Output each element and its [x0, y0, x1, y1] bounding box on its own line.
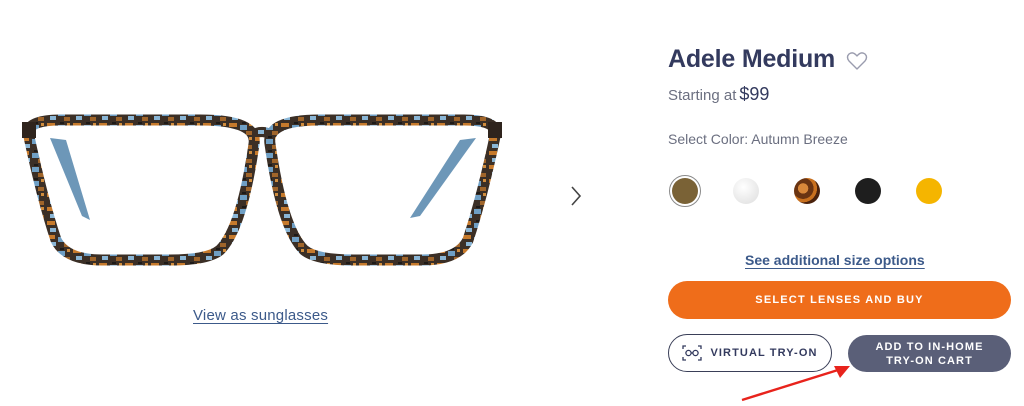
add-to-home-tryon-button[interactable]: ADD TO IN-HOME TRY-ON CART — [848, 335, 1011, 372]
home-tryon-label-line2: TRY-ON CART — [886, 354, 973, 367]
size-options-link[interactable]: See additional size options — [745, 252, 925, 268]
color-swatch-yellow[interactable] — [916, 178, 942, 204]
annotation-arrow-icon — [741, 366, 850, 402]
starting-at-label: Starting at — [668, 87, 737, 104]
virtual-tryon-label: VIRTUAL TRY-ON — [710, 347, 818, 359]
price-line: Starting at $99 — [668, 84, 769, 105]
favorite-button[interactable] — [846, 51, 868, 71]
chevron-right-icon — [571, 186, 582, 206]
product-title: Adele Medium — [668, 45, 836, 73]
color-swatch-crystal[interactable] — [733, 178, 759, 204]
select-lenses-label: SELECT LENSES AND BUY — [755, 294, 924, 306]
home-tryon-label-line1: ADD TO IN-HOME — [875, 340, 984, 353]
heart-icon — [846, 52, 868, 70]
select-lenses-button[interactable]: SELECT LENSES AND BUY — [668, 281, 1011, 319]
face-scan-glasses-icon — [682, 345, 703, 361]
view-as-sunglasses-link[interactable]: View as sunglasses — [193, 307, 328, 324]
color-swatch-tortoise[interactable] — [794, 178, 820, 204]
color-swatch-autumn-breeze[interactable] — [672, 178, 698, 204]
eyeglasses-image — [22, 114, 502, 266]
selected-color-label: Select Color: Autumn Breeze — [668, 131, 848, 147]
product-image — [20, 108, 504, 270]
next-image-button[interactable] — [566, 183, 586, 209]
color-swatch-black[interactable] — [855, 178, 881, 204]
price: $99 — [739, 84, 770, 104]
